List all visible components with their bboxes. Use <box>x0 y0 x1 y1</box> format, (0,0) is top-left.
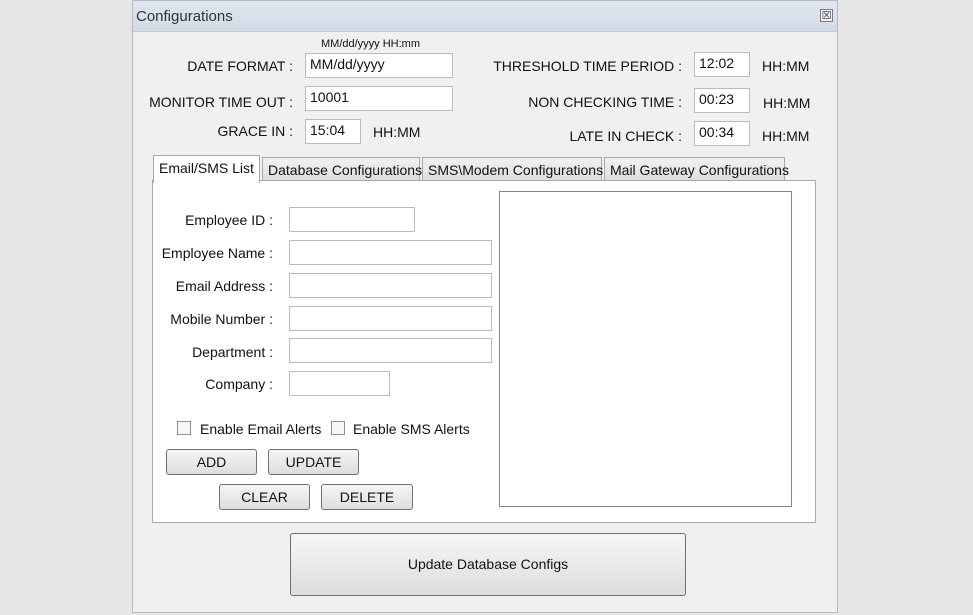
department-label: Department : <box>192 344 273 360</box>
company-field[interactable] <box>289 371 390 396</box>
email-address-label: Email Address : <box>175 278 273 294</box>
enable-email-alerts-label: Enable Email Alerts <box>200 421 322 437</box>
format-hint: MM/dd/yyyy HH:mm <box>321 38 420 50</box>
threshold-label: THRESHOLD TIME PERIOD : <box>493 58 682 74</box>
monitor-timeout-label: MONITOR TIME OUT : <box>149 94 293 110</box>
clear-button[interactable]: CLEAR <box>219 484 310 510</box>
add-button[interactable]: ADD <box>166 449 257 475</box>
late-in-check-label: LATE IN CHECK : <box>569 128 682 144</box>
title-bar: Configurations ☒ <box>133 1 837 32</box>
email-address-field[interactable] <box>289 273 492 298</box>
department-field[interactable] <box>289 338 492 363</box>
non-checking-field[interactable]: 00:23 <box>694 88 750 113</box>
date-format-label: DATE FORMAT : <box>187 58 293 74</box>
update-database-configs-button[interactable]: Update Database Configs <box>290 533 686 596</box>
monitor-timeout-field[interactable]: 10001 <box>305 86 453 111</box>
grace-in-field[interactable]: 15:04 <box>305 119 361 144</box>
late-in-check-unit: HH:MM <box>762 128 810 144</box>
company-label: Company : <box>205 376 273 392</box>
tab-email-sms-list[interactable]: Email/SMS List <box>153 155 260 183</box>
window-title: Configurations <box>136 8 233 25</box>
employee-id-field[interactable] <box>289 207 415 232</box>
employee-name-label: Employee Name : <box>161 245 273 261</box>
non-checking-unit: HH:MM <box>763 95 811 111</box>
late-in-check-field[interactable]: 00:34 <box>694 121 750 146</box>
enable-email-alerts-checkbox[interactable] <box>177 421 191 435</box>
close-icon[interactable]: ☒ <box>820 9 833 22</box>
enable-sms-alerts-checkbox[interactable] <box>331 421 345 435</box>
delete-button[interactable]: DELETE <box>321 484 413 510</box>
threshold-unit: HH:MM <box>762 58 810 74</box>
tab-database-configurations[interactable]: Database Configurations <box>262 157 422 182</box>
employee-list-box[interactable] <box>499 191 792 507</box>
mobile-number-field[interactable] <box>289 306 492 331</box>
employee-id-label: Employee ID : <box>185 212 273 228</box>
tab-sms-modem-configurations[interactable]: SMS\Modem Configurations <box>422 157 603 182</box>
grace-in-unit: HH:MM <box>373 124 421 140</box>
employee-name-field[interactable] <box>289 240 492 265</box>
tab-mail-gateway-configurations[interactable]: Mail Gateway Configurations <box>604 157 789 182</box>
threshold-field[interactable]: 12:02 <box>694 52 750 77</box>
update-button[interactable]: UPDATE <box>268 449 359 475</box>
mobile-number-label: Mobile Number : <box>170 311 273 327</box>
date-format-field[interactable]: MM/dd/yyyy <box>305 53 453 78</box>
enable-sms-alerts-label: Enable SMS Alerts <box>353 421 470 437</box>
non-checking-label: NON CHECKING TIME : <box>528 94 682 110</box>
grace-in-label: GRACE IN : <box>217 123 293 139</box>
